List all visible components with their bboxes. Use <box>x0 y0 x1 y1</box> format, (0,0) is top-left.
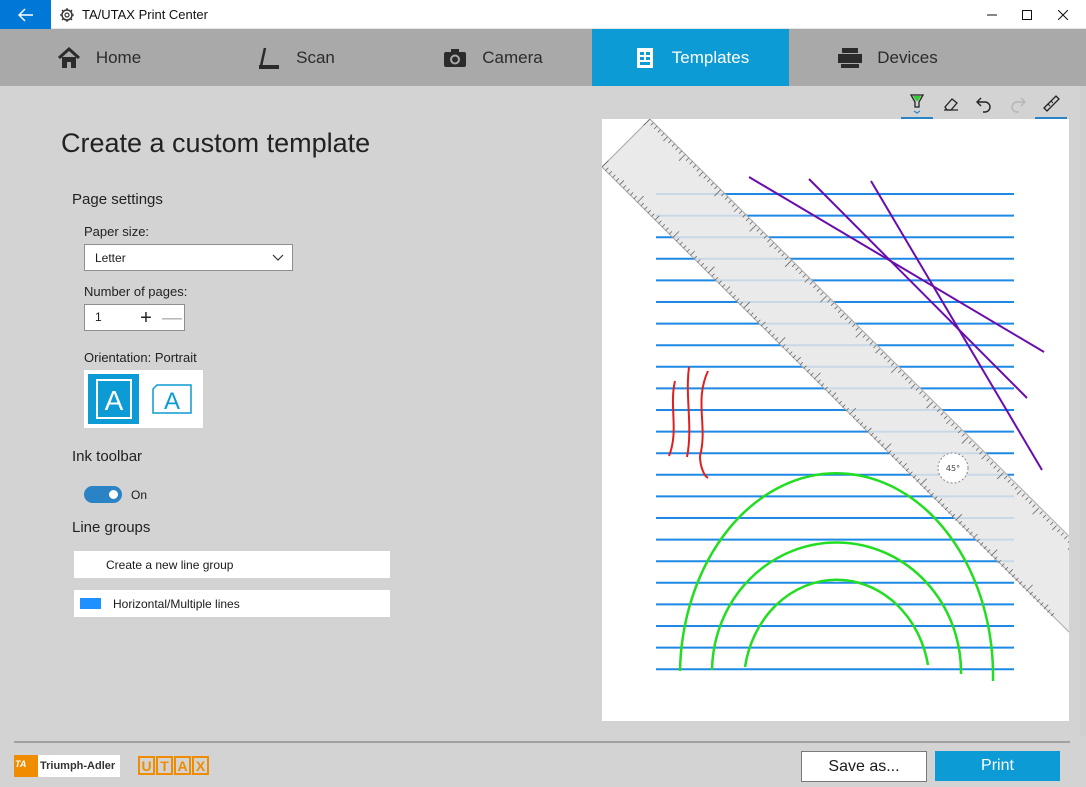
line-groups-heading: Line groups <box>72 519 151 536</box>
tab-label: Camera <box>482 47 543 67</box>
paper-size-select[interactable]: Letter <box>84 244 293 271</box>
red-strokes <box>668 366 709 479</box>
printer-icon <box>837 45 863 71</box>
scrollbar[interactable] <box>1080 86 1086 736</box>
tab-label: Home <box>95 47 142 67</box>
minimize-icon <box>987 14 997 15</box>
portrait-glyph: A <box>104 385 123 416</box>
portrait-option[interactable]: A <box>88 374 139 424</box>
chevron-down-icon <box>272 254 284 261</box>
back-button[interactable] <box>0 0 51 29</box>
triumph-adler-logo: TA Triumph-Adler <box>14 755 120 777</box>
camera-icon <box>442 45 468 71</box>
line-group-item[interactable]: Horizontal/Multiple lines <box>74 590 390 617</box>
orientation-label: Orientation: Portrait <box>84 350 197 365</box>
eraser-tool[interactable] <box>935 89 967 119</box>
new-line-group-label: Create a new line group <box>106 557 234 572</box>
landscape-glyph: A <box>163 388 179 415</box>
decrement-button[interactable]: — <box>161 306 183 330</box>
utax-letter: T <box>156 756 173 775</box>
pages-label: Number of pages: <box>84 284 188 299</box>
footer-divider <box>14 741 1070 743</box>
tab-scan[interactable]: Scan <box>197 29 394 86</box>
pen-icon <box>909 94 925 114</box>
utax-letter: X <box>192 756 209 775</box>
toggle-knob <box>109 490 118 499</box>
ruler[interactable]: 45° <box>602 119 1069 637</box>
utax-letter: U <box>138 756 155 775</box>
portrait-page-icon: A <box>95 379 132 419</box>
pen-tool[interactable] <box>901 89 933 119</box>
tab-devices[interactable]: Devices <box>789 29 986 86</box>
window-title: TA/UTAX Print Center <box>82 7 208 22</box>
tab-label: Devices <box>877 47 938 67</box>
templates-icon <box>632 45 658 71</box>
line-group-swatch <box>80 598 101 609</box>
save-as-button[interactable]: Save as... <box>801 751 927 782</box>
redo-button[interactable] <box>1002 89 1034 119</box>
redo-icon <box>1011 97 1026 113</box>
ruler-icon <box>1043 95 1060 112</box>
utax-logo: U T A X <box>138 756 209 775</box>
landscape-page-icon: A <box>151 384 192 415</box>
tab-home[interactable]: Home <box>0 29 197 86</box>
ink-toolbar-toggle[interactable] <box>84 486 122 503</box>
new-line-group-button[interactable]: Create a new line group <box>74 551 390 578</box>
undo-icon <box>976 97 991 113</box>
increment-button[interactable]: + <box>135 306 157 330</box>
title-bar: TA/UTAX Print Center <box>0 0 1086 29</box>
canvas-drawing: 45° <box>602 119 1069 682</box>
tab-templates[interactable]: Templates <box>592 29 789 86</box>
landscape-option[interactable]: A <box>146 374 197 424</box>
gear-icon <box>60 8 74 22</box>
maximize-icon <box>1022 9 1032 20</box>
home-icon <box>56 45 82 71</box>
tab-label: Scan <box>296 47 335 67</box>
template-canvas[interactable]: 45° <box>602 119 1069 721</box>
back-arrow-icon <box>17 7 33 22</box>
pages-value[interactable]: 1 <box>95 310 102 324</box>
line-group-label: Horizontal/Multiple lines <box>113 596 240 611</box>
toggle-state-label: On <box>131 488 148 502</box>
close-icon <box>1058 9 1068 20</box>
undo-button[interactable] <box>968 89 1000 119</box>
eraser-icon <box>944 98 958 111</box>
tab-label: Templates <box>671 47 750 67</box>
paper-size-label: Paper size: <box>84 224 150 239</box>
page-title: Create a custom template <box>61 128 371 158</box>
scan-icon <box>256 45 282 71</box>
orientation-picker: A A <box>84 370 203 428</box>
pages-stepper: 1 + — <box>84 304 185 331</box>
tab-camera[interactable]: Camera <box>394 29 591 86</box>
ruler-tool[interactable] <box>1035 89 1067 119</box>
nav-bar: Home Scan Camera Templates Devices <box>0 29 1086 86</box>
triumph-adler-text: Triumph-Adler <box>40 760 116 772</box>
paper-size-value: Letter <box>95 250 126 265</box>
utax-letter: A <box>174 756 191 775</box>
ta-mark: TA <box>15 759 27 769</box>
page-settings-heading: Page settings <box>72 191 163 208</box>
ink-toolbar-heading: Ink toolbar <box>72 448 143 465</box>
ruler-angle-label: 45° <box>946 464 960 473</box>
print-button[interactable]: Print <box>935 751 1060 781</box>
close-button[interactable] <box>1040 0 1086 29</box>
